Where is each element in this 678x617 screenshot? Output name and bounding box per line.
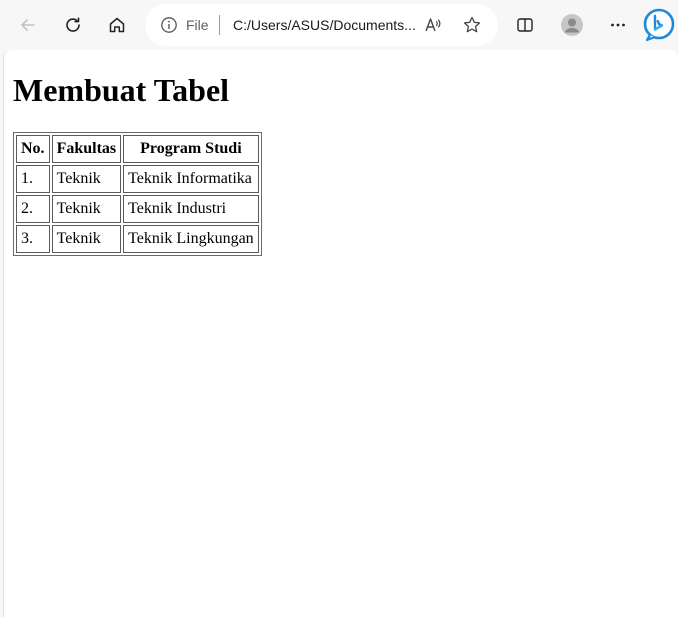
copilot-button[interactable]	[642, 7, 676, 43]
column-header: Program Studi	[123, 135, 259, 163]
address-bar[interactable]: File C:/Users/ASUS/Documents...	[145, 4, 498, 46]
address-separator	[219, 15, 220, 35]
more-menu-icon	[608, 15, 628, 35]
table-row: 3. Teknik Teknik Lingkungan	[16, 225, 259, 253]
profile-avatar-icon	[560, 13, 584, 37]
table-cell: Teknik	[51, 195, 122, 223]
back-button[interactable]	[12, 9, 44, 41]
read-aloud-icon[interactable]	[423, 15, 443, 35]
star-icon[interactable]	[462, 15, 482, 35]
table-cell: Teknik	[51, 225, 122, 253]
home-icon	[107, 15, 127, 35]
table-row: 1. Teknik Teknik Informatika	[16, 165, 259, 193]
browser-toolbar: File C:/Users/ASUS/Documents...	[0, 0, 678, 50]
split-screen-button[interactable]	[509, 9, 541, 41]
back-arrow-icon	[18, 15, 38, 35]
address-url[interactable]: C:/Users/ASUS/Documents...	[233, 16, 416, 34]
address-scheme-label: File	[186, 17, 209, 33]
table-row: 2. Teknik Teknik Industri	[16, 195, 259, 223]
table-cell: 2.	[16, 195, 50, 223]
more-menu-button[interactable]	[602, 9, 634, 41]
refresh-button[interactable]	[57, 9, 89, 41]
data-table: No. Fakultas Program Studi 1. Teknik Tek…	[13, 132, 262, 256]
table-header-row: No. Fakultas Program Studi	[16, 135, 259, 163]
split-screen-icon	[515, 15, 535, 35]
table-cell: 3.	[16, 225, 50, 253]
table-cell: Teknik Lingkungan	[123, 225, 259, 253]
profile-button[interactable]	[556, 9, 588, 41]
home-button[interactable]	[101, 9, 133, 41]
column-header: Fakultas	[51, 135, 122, 163]
table-cell: Teknik Industri	[123, 195, 259, 223]
bing-copilot-icon	[643, 8, 675, 42]
info-icon[interactable]	[160, 16, 178, 34]
page-content: Membuat Tabel No. Fakultas Program Studi…	[4, 71, 678, 256]
page-viewport: Membuat Tabel No. Fakultas Program Studi…	[3, 50, 678, 617]
table-cell: 1.	[16, 165, 50, 193]
column-header: No.	[16, 135, 50, 163]
table-cell: Teknik	[51, 165, 122, 193]
table-cell: Teknik Informatika	[123, 165, 259, 193]
browser-window: File C:/Users/ASUS/Documents... Membuat …	[0, 0, 678, 617]
refresh-icon	[63, 15, 83, 35]
page-heading: Membuat Tabel	[13, 72, 230, 108]
